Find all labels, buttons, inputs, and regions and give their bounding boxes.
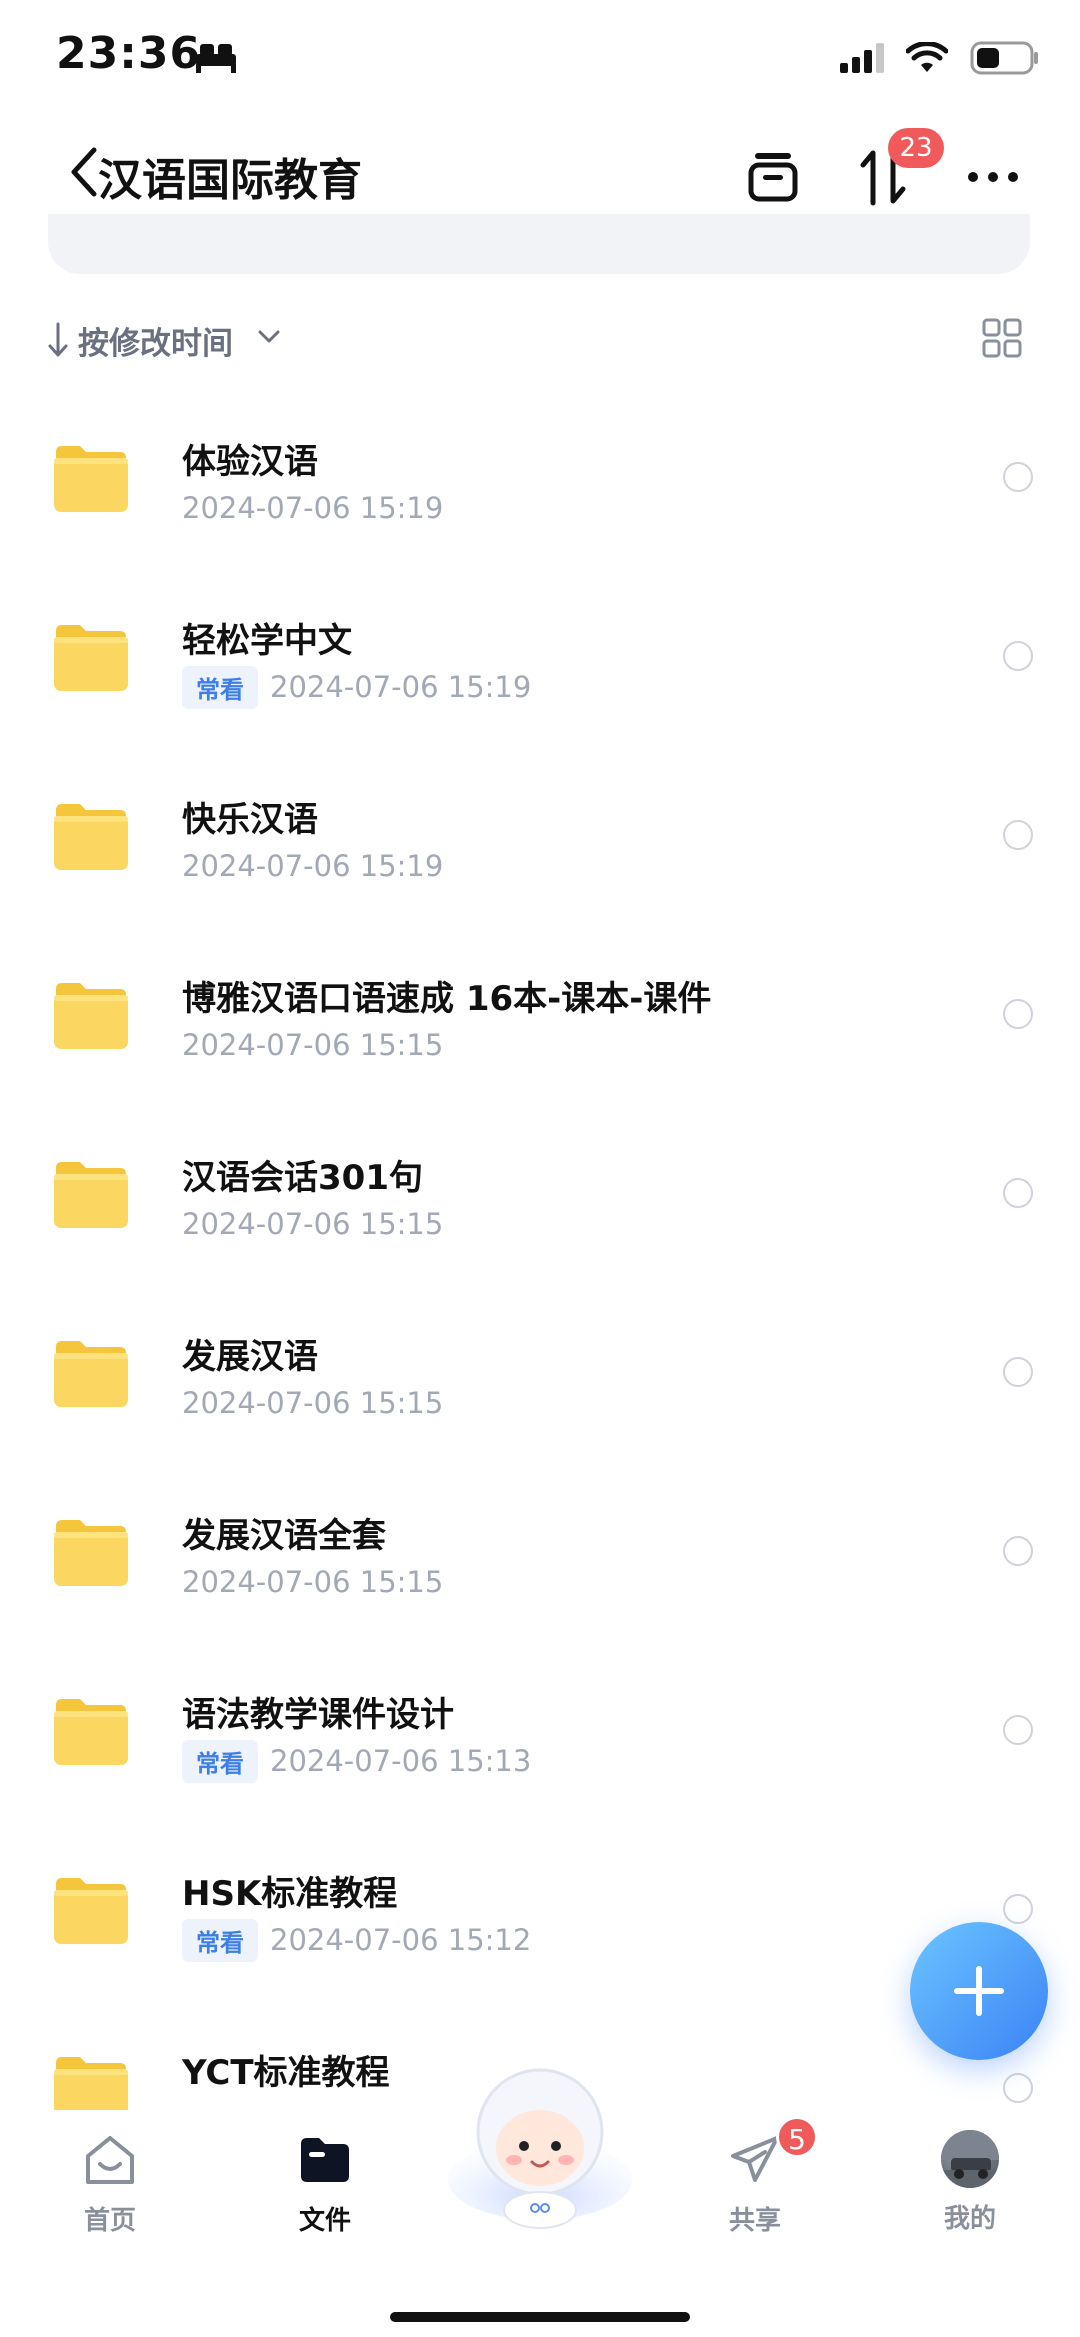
select-radio[interactable]: [1003, 1178, 1033, 1208]
file-meta: 2024-07-06 15:15: [182, 1383, 443, 1423]
mascot-assistant-icon[interactable]: [444, 2060, 636, 2230]
select-radio[interactable]: [1003, 641, 1033, 671]
file-name: 轻松学中文: [182, 621, 352, 661]
file-date: 2024-07-06 15:19: [182, 849, 444, 883]
plus-icon: [954, 1966, 1004, 2016]
file-item[interactable]: 博雅汉语口语速成 16本-课本-课件 2024-07-06 15:15: [0, 927, 1080, 1106]
status-time: 23:36: [56, 28, 202, 79]
file-item[interactable]: 汉语会话301句 2024-07-06 15:15: [0, 1106, 1080, 1285]
file-date: 2024-07-06 15:15: [182, 1028, 444, 1062]
select-radio[interactable]: [1003, 1715, 1033, 1745]
select-radio[interactable]: [1003, 1894, 1033, 1924]
box-icon: [748, 153, 798, 202]
sort-row: 按修改时间: [0, 310, 1080, 370]
folder-icon: [54, 1162, 128, 1228]
more-button[interactable]: [958, 142, 1028, 212]
grid-view-icon[interactable]: [982, 318, 1022, 358]
file-item[interactable]: 轻松学中文 常看 2024-07-06 15:19: [0, 569, 1080, 748]
folder-icon: [54, 625, 128, 691]
file-date: 2024-07-06 15:15: [182, 1565, 444, 1599]
wifi-icon: [906, 42, 948, 72]
file-meta: 2024-07-06 15:19: [182, 846, 443, 886]
file-item[interactable]: 发展汉语 2024-07-06 15:15: [0, 1285, 1080, 1464]
file-meta: 常看 2024-07-06 15:12: [182, 1918, 532, 1962]
file-item[interactable]: 语法教学课件设计 常看 2024-07-06 15:13: [0, 1643, 1080, 1822]
folder-icon: [54, 1699, 128, 1765]
transfer-box-button[interactable]: [738, 142, 808, 212]
signal-icon: [840, 43, 884, 73]
file-meta: 常看 2024-07-06 15:13: [182, 1739, 532, 1783]
file-name: 体验汉语: [182, 442, 318, 482]
search-box[interactable]: [48, 214, 1030, 274]
tab-label: 共享: [728, 2206, 781, 2236]
home-indicator: [390, 2312, 690, 2322]
file-date: 2024-07-06 15:15: [182, 1386, 444, 1420]
file-meta: 常看 2024-07-06 15:19: [182, 665, 532, 709]
file-meta: 2024-07-06 15:15: [182, 1204, 443, 1244]
file-date: 2024-07-06 15:19: [182, 491, 444, 525]
file-date: 2024-07-06 15:12: [270, 1923, 532, 1957]
tab-label: 我的: [943, 2204, 996, 2234]
folder-icon: [54, 1520, 128, 1586]
transfer-count-badge: 23: [888, 128, 944, 168]
folder-icon: [54, 1878, 128, 1944]
tab-label: 文件: [298, 2206, 351, 2236]
select-radio[interactable]: [1003, 999, 1033, 1029]
file-name: 博雅汉语口语速成 16本-课本-课件: [182, 979, 712, 1019]
file-item[interactable]: 快乐汉语 2024-07-06 15:19: [0, 748, 1080, 927]
file-name: 发展汉语全套: [182, 1516, 386, 1556]
tab-mine[interactable]: 我的: [905, 2130, 1035, 2235]
frequent-tag: 常看: [182, 1739, 258, 1783]
select-radio[interactable]: [1003, 2073, 1033, 2103]
file-name: YCT标准教程: [182, 2053, 390, 2093]
folder-icon: [54, 983, 128, 1049]
file-date: 2024-07-06 15:13: [270, 1744, 532, 1778]
share-badge: 5: [776, 2116, 818, 2158]
more-icon: [968, 172, 1018, 182]
folder-icon: [54, 446, 128, 512]
file-date: 2024-07-06 15:19: [270, 670, 532, 704]
status-bar: 23:36: [0, 0, 1080, 120]
folder-icon: [301, 2138, 349, 2182]
file-meta: 2024-07-06 15:15: [182, 1562, 443, 1602]
home-icon: [86, 2136, 134, 2184]
file-date: 2024-07-06 15:15: [182, 1207, 444, 1241]
select-radio[interactable]: [1003, 1536, 1033, 1566]
sort-selector[interactable]: 按修改时间: [78, 318, 233, 363]
file-name: 语法教学课件设计: [182, 1695, 454, 1735]
bed-icon: [196, 44, 236, 73]
file-item[interactable]: 发展汉语全套 2024-07-06 15:15: [0, 1464, 1080, 1643]
select-radio[interactable]: [1003, 820, 1033, 850]
tab-home[interactable]: 首页: [45, 2130, 175, 2237]
file-item[interactable]: 体验汉语 2024-07-06 15:19: [0, 390, 1080, 569]
frequent-tag: 常看: [182, 665, 258, 709]
chevron-down-icon[interactable]: [258, 330, 280, 344]
file-list: 体验汉语 2024-07-06 15:19 轻松学中文 常看 2024-07-06 15…: [0, 390, 1080, 2110]
select-radio[interactable]: [1003, 462, 1033, 492]
file-name: 发展汉语: [182, 1337, 318, 1377]
tab-label: 首页: [83, 2206, 136, 2236]
select-radio[interactable]: [1003, 1357, 1033, 1387]
file-name: 汉语会话301句: [182, 1158, 423, 1198]
folder-icon: [54, 2057, 128, 2110]
file-name: HSK标准教程: [182, 1874, 398, 1914]
add-button[interactable]: [910, 1922, 1048, 2060]
file-name: 快乐汉语: [182, 800, 318, 840]
tab-files[interactable]: 文件: [260, 2130, 390, 2237]
down-arrow-icon: [48, 322, 68, 357]
avatar: [941, 2130, 999, 2188]
frequent-tag: 常看: [182, 1918, 258, 1962]
file-meta: 2024-07-06 15:15: [182, 1025, 443, 1065]
file-meta: 2024-07-06 15:19: [182, 488, 443, 528]
page-title: 汉语国际教育: [98, 155, 362, 206]
battery-icon: [970, 41, 1038, 75]
folder-icon: [54, 1341, 128, 1407]
folder-icon: [54, 804, 128, 870]
